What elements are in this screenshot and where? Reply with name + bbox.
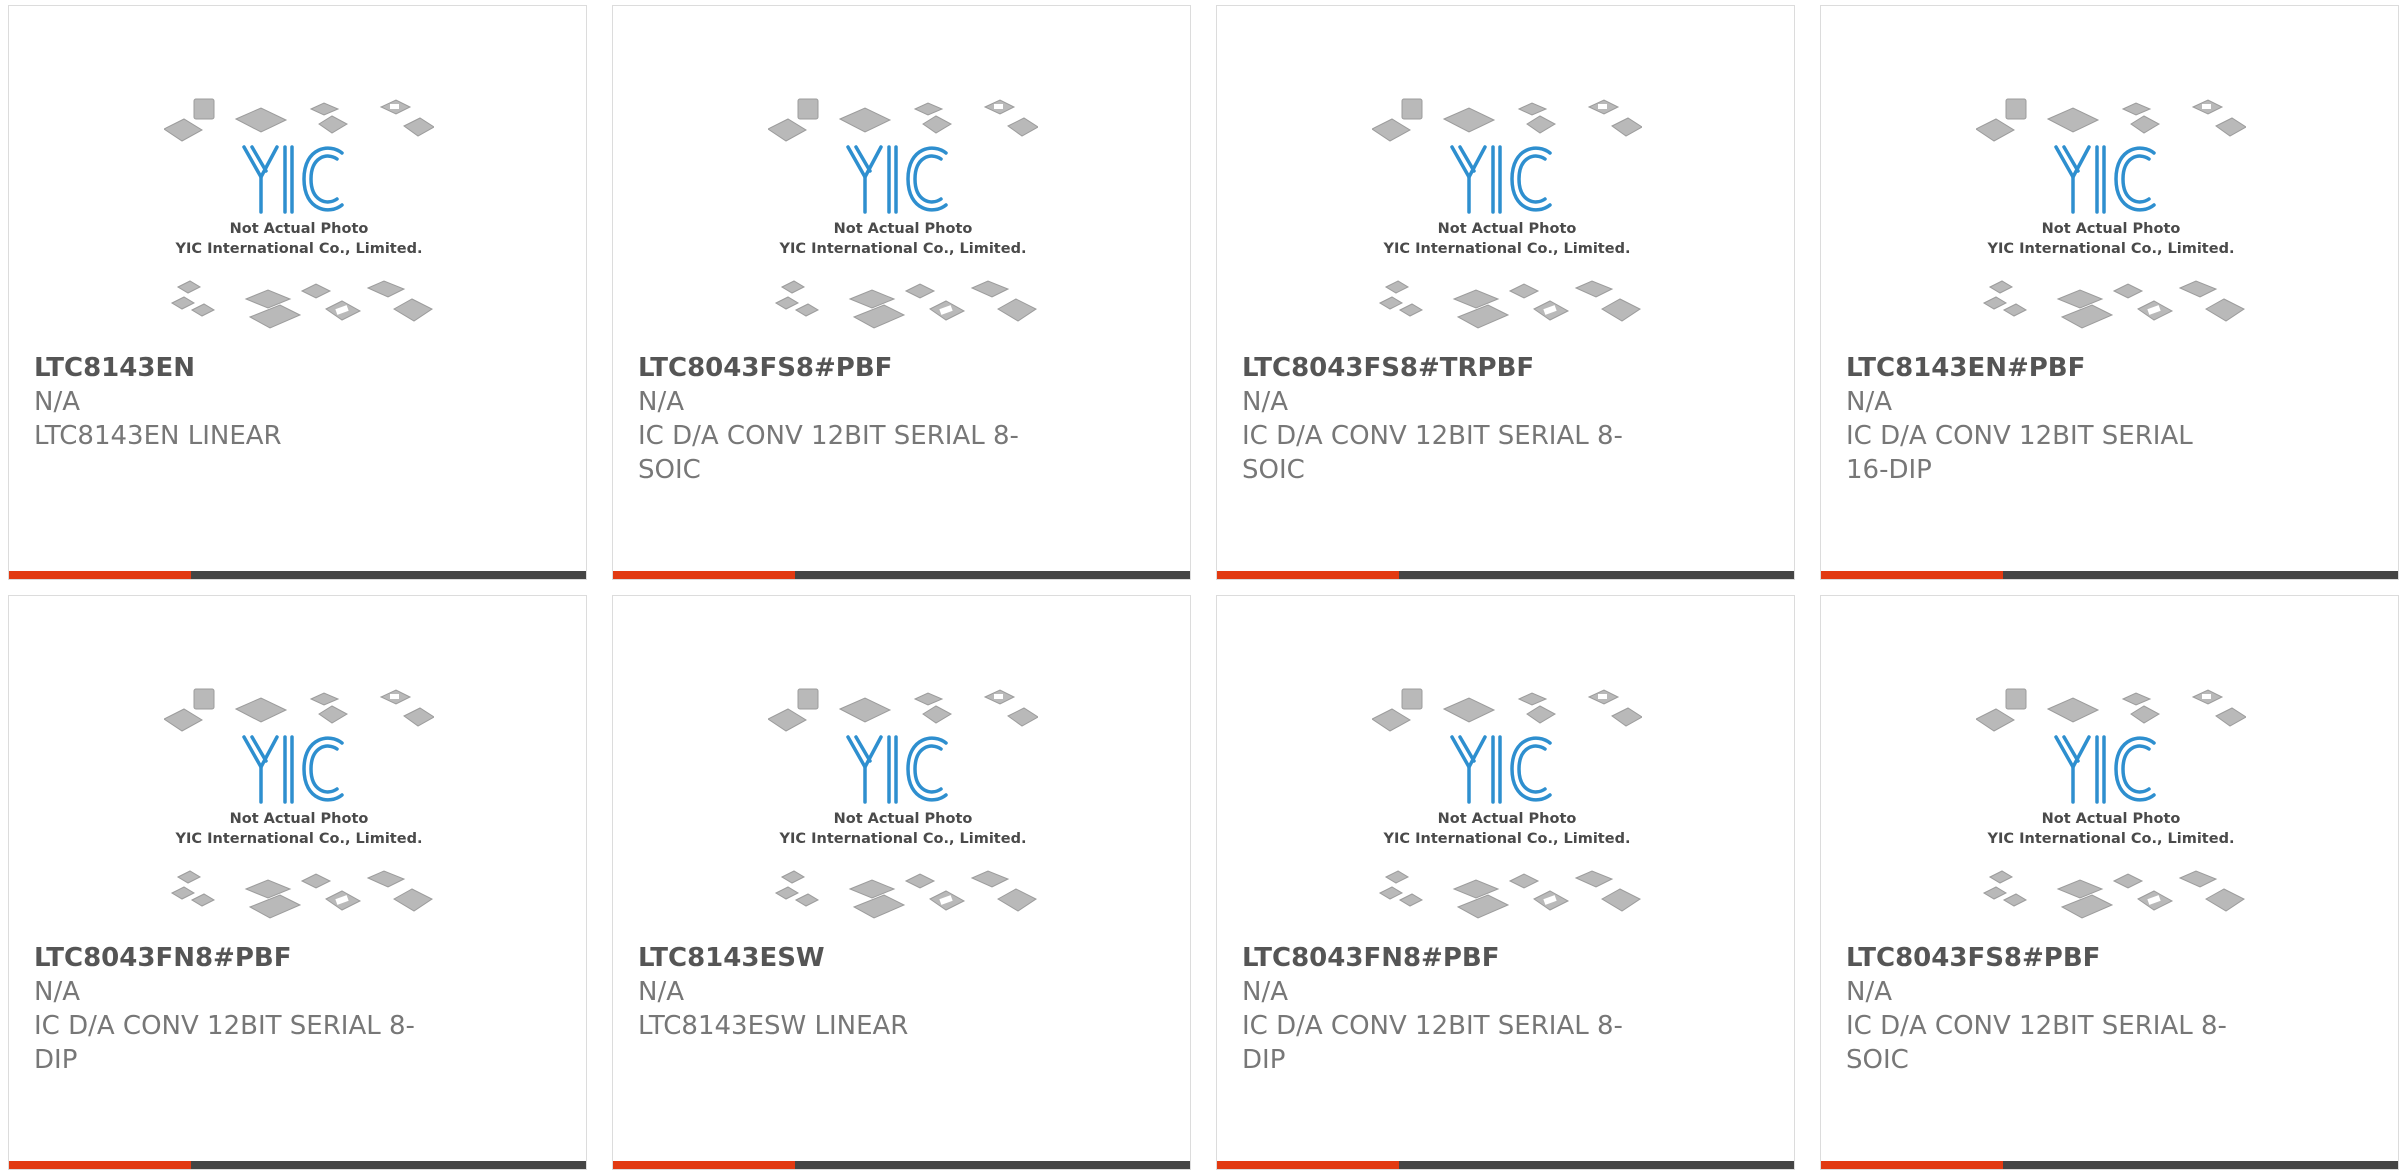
company-caption: YIC International Co., Limited.	[779, 241, 1027, 257]
card-bottom-bar	[613, 571, 1190, 579]
card-bottom-bar	[9, 571, 586, 579]
product-placeholder-image[interactable]: Not Actual Photo YIC International Co., …	[1975, 685, 2247, 931]
part-number-link[interactable]: LTC8043FS8#TRPBF	[1242, 351, 1742, 385]
not-actual-photo-caption: Not Actual Photo	[1438, 221, 1577, 237]
card-bottom-bar	[9, 1161, 586, 1169]
not-actual-photo-image: Not Actual Photo YIC International Co., …	[1371, 98, 1643, 329]
not-actual-photo-image: Not Actual Photo YIC International Co., …	[163, 688, 435, 919]
product-placeholder-image[interactable]: Not Actual Photo YIC International Co., …	[767, 95, 1039, 341]
card-bottom-bar	[1217, 571, 1794, 579]
not-actual-photo-caption: Not Actual Photo	[230, 811, 369, 827]
description: LTC8143EN LINEAR	[34, 421, 282, 451]
company-caption: YIC International Co., Limited.	[1383, 831, 1631, 847]
manufacturer: N/A	[638, 387, 684, 417]
card-accent-bar	[1821, 1161, 2003, 1169]
not-actual-photo-caption: Not Actual Photo	[1438, 811, 1577, 827]
product-info: LTC8043FN8#PBF N/A IC D/A CONV 12BIT SER…	[1242, 941, 1742, 1077]
manufacturer: N/A	[1242, 977, 1288, 1007]
part-number-link[interactable]: LTC8143ESW	[638, 941, 1138, 975]
not-actual-photo-caption: Not Actual Photo	[834, 811, 973, 827]
product-info: LTC8143EN#PBF N/A IC D/A CONV 12BIT SERI…	[1846, 351, 2346, 487]
product-info: LTC8043FN8#PBF N/A IC D/A CONV 12BIT SER…	[34, 941, 534, 1077]
manufacturer: N/A	[1846, 977, 1892, 1007]
product-placeholder-image[interactable]: Not Actual Photo YIC International Co., …	[1371, 95, 1643, 341]
part-number-link[interactable]: LTC8043FN8#PBF	[34, 941, 534, 975]
product-placeholder-image[interactable]: Not Actual Photo YIC International Co., …	[163, 95, 435, 341]
card-bottom-bar	[1217, 1161, 1794, 1169]
card-bottom-bar	[613, 1161, 1190, 1169]
product-card[interactable]: Not Actual Photo YIC International Co., …	[1216, 5, 1795, 580]
part-number-link[interactable]: LTC8043FN8#PBF	[1242, 941, 1742, 975]
company-caption: YIC International Co., Limited.	[1987, 831, 2235, 847]
card-accent-bar	[613, 1161, 795, 1169]
part-number-link[interactable]: LTC8143EN#PBF	[1846, 351, 2346, 385]
product-card[interactable]: Not Actual Photo YIC International Co., …	[1820, 595, 2399, 1170]
manufacturer: N/A	[1242, 387, 1288, 417]
company-caption: YIC International Co., Limited.	[175, 831, 423, 847]
product-info: LTC8043FS8#TRPBF N/A IC D/A CONV 12BIT S…	[1242, 351, 1742, 487]
card-accent-bar	[1217, 1161, 1399, 1169]
card-bottom-bar	[1821, 571, 2398, 579]
product-card[interactable]: Not Actual Photo YIC International Co., …	[612, 595, 1191, 1170]
not-actual-photo-image: Not Actual Photo YIC International Co., …	[163, 98, 435, 329]
not-actual-photo-caption: Not Actual Photo	[230, 221, 369, 237]
part-number-link[interactable]: LTC8043FS8#PBF	[1846, 941, 2346, 975]
company-caption: YIC International Co., Limited.	[779, 831, 1027, 847]
product-card[interactable]: Not Actual Photo YIC International Co., …	[8, 5, 587, 580]
company-caption: YIC International Co., Limited.	[1383, 241, 1631, 257]
product-placeholder-image[interactable]: Not Actual Photo YIC International Co., …	[1371, 685, 1643, 931]
description: IC D/A CONV 12BIT SERIAL 8-SOIC	[638, 421, 1019, 485]
description: IC D/A CONV 12BIT SERIAL 8-SOIC	[1242, 421, 1623, 485]
part-number-link[interactable]: LTC8143EN	[34, 351, 534, 385]
description: IC D/A CONV 12BIT SERIAL 8-SOIC	[1846, 1011, 2227, 1075]
not-actual-photo-caption: Not Actual Photo	[834, 221, 973, 237]
card-accent-bar	[1217, 571, 1399, 579]
product-info: LTC8043FS8#PBF N/A IC D/A CONV 12BIT SER…	[638, 351, 1138, 487]
manufacturer: N/A	[638, 977, 684, 1007]
product-card[interactable]: Not Actual Photo YIC International Co., …	[612, 5, 1191, 580]
product-card[interactable]: Not Actual Photo YIC International Co., …	[8, 595, 587, 1170]
manufacturer: N/A	[34, 387, 80, 417]
not-actual-photo-image: Not Actual Photo YIC International Co., …	[767, 688, 1039, 919]
card-accent-bar	[613, 571, 795, 579]
product-placeholder-image[interactable]: Not Actual Photo YIC International Co., …	[1975, 95, 2247, 341]
not-actual-photo-image: Not Actual Photo YIC International Co., …	[767, 98, 1039, 329]
product-placeholder-image[interactable]: Not Actual Photo YIC International Co., …	[767, 685, 1039, 931]
card-bottom-bar	[1821, 1161, 2398, 1169]
card-accent-bar	[9, 1161, 191, 1169]
card-accent-bar	[9, 571, 191, 579]
not-actual-photo-caption: Not Actual Photo	[2042, 811, 2181, 827]
product-card[interactable]: Not Actual Photo YIC International Co., …	[1216, 595, 1795, 1170]
card-accent-bar	[1821, 571, 2003, 579]
manufacturer: N/A	[34, 977, 80, 1007]
description: LTC8143ESW LINEAR	[638, 1011, 909, 1041]
not-actual-photo-image: Not Actual Photo YIC International Co., …	[1371, 688, 1643, 919]
not-actual-photo-image: Not Actual Photo YIC International Co., …	[1975, 688, 2247, 919]
company-caption: YIC International Co., Limited.	[175, 241, 423, 257]
description: IC D/A CONV 12BIT SERIAL 8-DIP	[34, 1011, 415, 1075]
part-number-link[interactable]: LTC8043FS8#PBF	[638, 351, 1138, 385]
description: IC D/A CONV 12BIT SERIAL 8-DIP	[1242, 1011, 1623, 1075]
product-card[interactable]: Not Actual Photo YIC International Co., …	[1820, 5, 2399, 580]
product-info: LTC8143ESW N/A LTC8143ESW LINEAR	[638, 941, 1138, 1043]
not-actual-photo-caption: Not Actual Photo	[2042, 221, 2181, 237]
not-actual-photo-image: Not Actual Photo YIC International Co., …	[1975, 98, 2247, 329]
description: IC D/A CONV 12BIT SERIAL 16-DIP	[1846, 421, 2193, 485]
product-grid: Not Actual Photo YIC International Co., …	[8, 5, 2399, 1170]
manufacturer: N/A	[1846, 387, 1892, 417]
product-placeholder-image[interactable]: Not Actual Photo YIC International Co., …	[163, 685, 435, 931]
company-caption: YIC International Co., Limited.	[1987, 241, 2235, 257]
product-info: LTC8043FS8#PBF N/A IC D/A CONV 12BIT SER…	[1846, 941, 2346, 1077]
product-info: LTC8143EN N/A LTC8143EN LINEAR	[34, 351, 534, 453]
